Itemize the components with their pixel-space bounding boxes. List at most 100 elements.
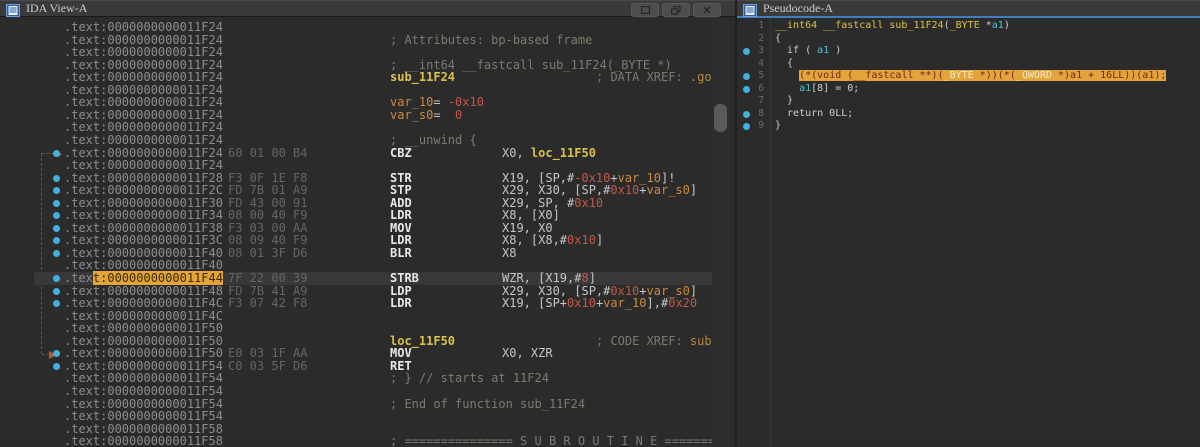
opcode-bytes: 60 01 00 B4 [228,145,308,160]
instruction-dot[interactable] [53,350,60,358]
address: .text:0000000000011F24 [64,45,223,60]
pseudocode-line[interactable]: 8 return 0LL; [737,108,1200,121]
address: .text:0000000000011F24 [64,20,223,34]
maximize-button[interactable] [631,3,659,17]
document-icon [6,2,20,17]
pseudocode-window: Pseudocode-A 1 __int64 __fastcall sub_11F… [737,0,1200,447]
instruction-dot[interactable] [53,237,60,245]
code-token: ; =============== S U B R O U T I N E ==… [390,434,712,447]
ida-view-window: IDA View-A .text:0000000000011F24 .text:0… [0,0,735,447]
opcode-bytes: FD 7B 01 A9 [228,183,308,198]
operands: X8 [502,247,516,260]
scrollbar-thumb[interactable] [714,104,727,132]
instruction-dot[interactable] [53,212,60,220]
comment: ; } // starts at 11F24 [390,372,549,385]
disassembly-pane[interactable]: .text:0000000000011F24 .text:000000000001… [0,18,735,447]
line-number: 6 [758,82,764,94]
code-token: return 0LL; [775,107,854,119]
instruction-dot[interactable] [53,174,60,182]
line-number: 3 [758,45,764,57]
line-number: 8 [758,107,764,119]
instruction-dot[interactable] [53,275,60,282]
address: .text:0000000000011F34 [64,208,223,223]
pseudocode-text: } [775,95,793,108]
code-token: 0x20 [668,296,698,311]
instruction-dot[interactable] [53,249,60,257]
restore-button[interactable] [662,3,690,17]
instruction-dot[interactable] [53,224,60,232]
code-token: 0 [455,107,463,122]
opcode-bytes: C0 03 5F D6 [228,358,308,373]
code-token: _QWORD [1015,70,1052,82]
disasm-line[interactable]: .text:0000000000011F58 ; =============== … [0,435,712,447]
close-button[interactable] [693,3,721,17]
code-token: X0, [502,145,531,160]
line-number: 9 [758,120,764,132]
pseudocode-pane[interactable]: 1 __int64 __fastcall sub_11F24(_BYTE *a1)… [737,18,1200,447]
code-token: ) [829,45,842,57]
code-token: ] [689,183,698,198]
code-token: ; Attributes: bp-based frame [390,32,593,47]
code-token: a1 [799,82,812,94]
address: .text:0000000000011F44 [64,271,223,285]
instruction-dot[interactable] [53,287,60,295]
code-token: a1 [991,20,1004,31]
mnemonic: LDR [390,233,412,248]
comment: ; End of function sub_11F24 [390,397,585,411]
pseudocode-line[interactable]: 3 if ( a1 ) [737,45,1200,58]
code-token: __int64 __fastcall [775,20,890,31]
vertical-scrollbar[interactable] [712,18,729,447]
address: .text:0000000000011F54 [64,383,223,398]
address: .text:0000000000011F24 [64,132,223,147]
code-token: var_10 [603,296,647,311]
disasm-line[interactable]: .text:0000000000011F54 [0,385,712,398]
pseudocode-line[interactable]: 1 __int64 __fastcall sub_11F24(_BYTE *a1) [737,20,1200,33]
xref-comment: ; CODE XREF: sub_ [596,333,712,348]
address: .text:0000000000011F24 [64,70,223,85]
address: .text:0000000000011F54 [64,409,223,424]
code-token: ],# [646,296,669,311]
code-token: _BYTE [943,70,974,82]
code-token: .got [689,70,712,85]
disasm-line[interactable]: .text:0000000000011F24 ; __unwind { [0,134,712,147]
pseudocode-line[interactable]: 9} [737,120,1200,133]
code-token: _BYTE [949,20,980,31]
mnemonic: LDR [390,208,412,223]
collapse-chevron-icon[interactable]: ⌄ [57,147,62,159]
instruction-dot[interactable] [53,199,60,207]
address: .text:0000000000011F3C [64,233,223,248]
pseudocode-text: } [775,120,781,133]
pseudocode-text: a1[8] = 0; [775,83,859,96]
code-token: sub_ [689,333,712,348]
code-token: (*(void (__fastcall **)( [799,70,944,82]
xref-comment: ; DATA XREF: .got [596,71,712,84]
code-token: var_s0 [390,107,434,122]
document-icon [743,2,757,17]
highlighted-address: t:0000000000011F44 [92,271,223,285]
pseudocode-line[interactable]: 5 (*(void (__fastcall **)(_BYTE *))(*(_Q… [737,70,1200,83]
pseudocode-line[interactable]: 4 { [737,58,1200,71]
instruction-dot[interactable] [53,187,60,195]
opcode-bytes: 08 00 40 F9 [228,208,308,223]
code-token: ] [595,233,604,248]
pseudocode-line[interactable]: 6 a1[8] = 0; [737,83,1200,96]
opcode-bytes: 7F 22 00 39 [228,271,308,285]
operands: X8, [X8,#0x10] [502,234,603,247]
code-token: ; __unwind { [390,132,477,147]
opcode-bytes: 08 01 3F D6 [228,245,308,260]
code-token: X8 [502,245,517,260]
code-token: 0x10 [574,195,604,210]
label: sub_11F24 [390,71,455,84]
line-number: 1 [758,20,764,31]
pseudocode-text: __int64 __fastcall sub_11F24(_BYTE *a1) [775,20,1010,33]
ida-view-titlebar[interactable]: IDA View-A [0,0,735,17]
window-title: IDA View-A [26,1,88,15]
instruction-dot[interactable] [53,362,60,370]
instruction-dot[interactable] [53,300,60,308]
code-token: } [775,95,794,107]
pseudocode-line[interactable]: 7 } [737,95,1200,108]
pseudocode-line[interactable]: 2{ [737,33,1200,46]
line-number: 5 [758,70,764,82]
pseudocode-titlebar[interactable]: Pseudocode-A [737,0,1200,18]
